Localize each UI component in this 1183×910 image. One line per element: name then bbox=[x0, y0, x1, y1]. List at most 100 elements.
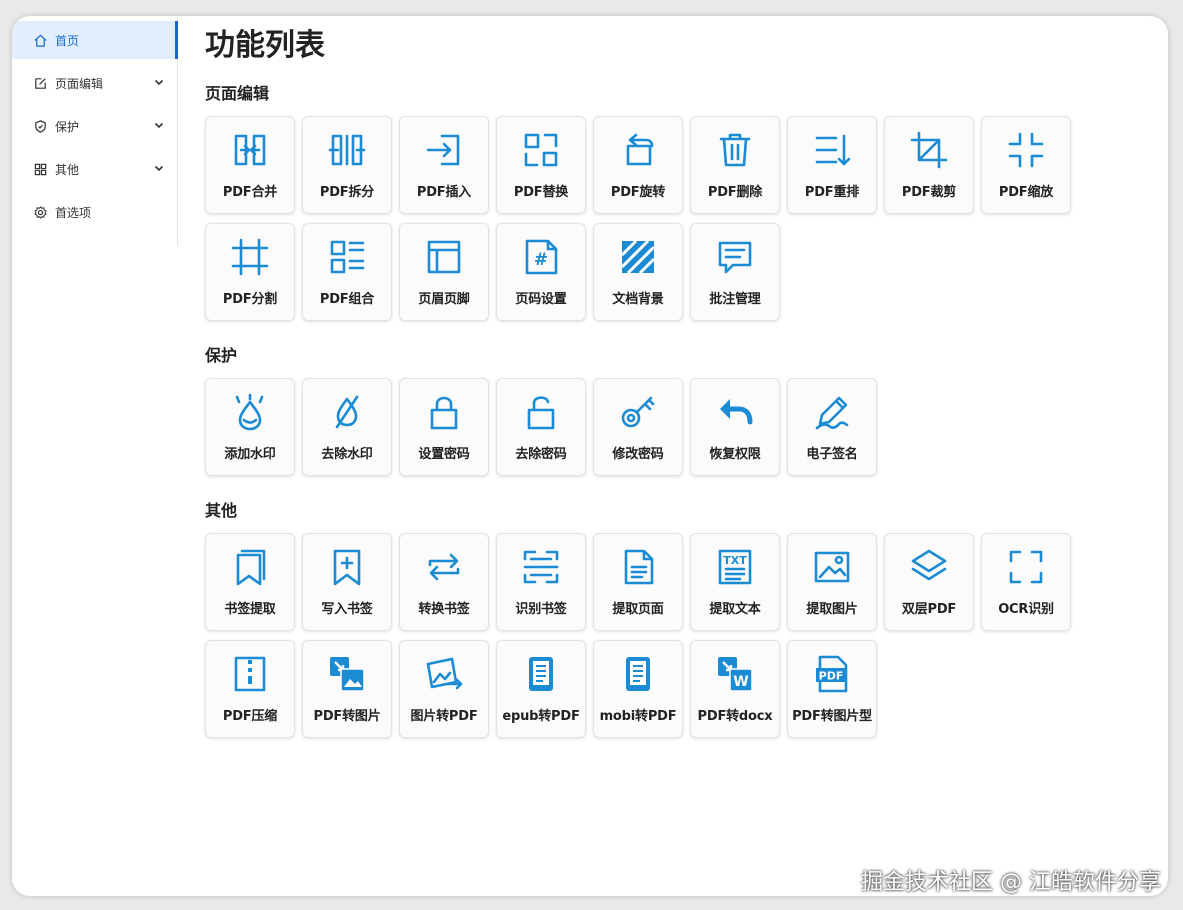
tile-label: PDF删除 bbox=[707, 185, 763, 200]
feature-tile-button[interactable]: 修改密码 bbox=[593, 378, 683, 476]
section-title: 页面编辑 bbox=[205, 84, 270, 103]
page-title: 功能列表 bbox=[205, 28, 325, 63]
sidebar-item-label: 页面编辑 bbox=[55, 76, 104, 91]
sidebar-item-3[interactable]: 其他 bbox=[12, 150, 177, 188]
tile-label: PDF合并 bbox=[222, 185, 278, 200]
comment-icon bbox=[715, 237, 755, 277]
tile-label: 去除密码 bbox=[515, 447, 567, 462]
feature-tile-button[interactable]: PDF替换 bbox=[496, 116, 586, 214]
feature-tile-button[interactable]: PDF分割 bbox=[205, 223, 295, 321]
tile-label: epub转PDF bbox=[502, 709, 580, 724]
lock-icon bbox=[424, 392, 464, 432]
image-extract-icon bbox=[812, 547, 852, 587]
svg-text:PDF: PDF bbox=[819, 670, 844, 683]
chevron-down-icon[interactable] bbox=[153, 119, 165, 131]
feature-tile-button[interactable]: mobi转PDF bbox=[593, 640, 683, 738]
tile-label: PDF重排 bbox=[804, 185, 860, 200]
tile-label: PDF分割 bbox=[222, 292, 278, 307]
tile-label: PDF拆分 bbox=[319, 185, 375, 200]
feature-tile-button[interactable]: 提取页面 bbox=[593, 533, 683, 631]
tile-label: 识别书签 bbox=[515, 602, 567, 617]
signature-icon bbox=[812, 392, 852, 432]
feature-tile-button[interactable]: TXT 提取文本 bbox=[690, 533, 780, 631]
feature-tile-button[interactable]: 识别书签 bbox=[496, 533, 586, 631]
feature-tile-button[interactable]: PDF插入 bbox=[399, 116, 489, 214]
tile-label: 提取页面 bbox=[612, 602, 664, 617]
feature-tile-button[interactable]: 书签提取 bbox=[205, 533, 295, 631]
feature-tile-button[interactable]: 文档背景 bbox=[593, 223, 683, 321]
feature-tile-button[interactable]: 去除水印 bbox=[302, 378, 392, 476]
feature-tile-button[interactable]: 转换书签 bbox=[399, 533, 489, 631]
reorder-icon bbox=[812, 130, 852, 170]
feature-tile-button[interactable]: 添加水印 bbox=[205, 378, 295, 476]
watermark-add-icon bbox=[230, 392, 270, 432]
feature-tile-button[interactable]: epub转PDF bbox=[496, 640, 586, 738]
feature-tile-button[interactable]: 去除密码 bbox=[496, 378, 586, 476]
feature-tile-button[interactable]: PDF PDF转图片型 bbox=[787, 640, 877, 738]
section-title: 保护 bbox=[205, 346, 238, 365]
tile-label: 双层PDF bbox=[901, 602, 957, 617]
feature-tile-button[interactable]: PDF组合 bbox=[302, 223, 392, 321]
convert-icon bbox=[424, 547, 464, 587]
feature-tile-button[interactable]: 批注管理 bbox=[690, 223, 780, 321]
tile-grid: 添加水印 去除水印 设置密码 去除密码 修改密码 恢复权限 电子签名 bbox=[205, 378, 1085, 485]
tile-grid: 书签提取 写入书签 转换书签 识别书签 提取页面 TXT 提取文本 提取图片 双层PDF OCR识… bbox=[205, 533, 1085, 747]
zip-icon bbox=[230, 654, 270, 694]
tile-grid: PDF合并 PDF拆分 PDF插入 PDF替换 PDF旋转 PDF删除 PDF重排 PDF裁剪… bbox=[205, 116, 1085, 330]
feature-tile-button[interactable]: PDF合并 bbox=[205, 116, 295, 214]
svg-text:TXT: TXT bbox=[723, 554, 747, 567]
feature-tile-button[interactable]: 双层PDF bbox=[884, 533, 974, 631]
tile-label: 转换书签 bbox=[418, 602, 470, 617]
feature-tile-button[interactable]: PDF缩放 bbox=[981, 116, 1071, 214]
tile-label: 页眉页脚 bbox=[418, 292, 470, 307]
merge-icon bbox=[230, 130, 270, 170]
feature-tile-button[interactable]: 页眉页脚 bbox=[399, 223, 489, 321]
gear-icon bbox=[33, 205, 48, 220]
feature-tile-button[interactable]: 图片转PDF bbox=[399, 640, 489, 738]
home-icon bbox=[33, 33, 48, 48]
feature-tile-button[interactable]: PDF旋转 bbox=[593, 116, 683, 214]
main-content: 功能列表 页面编辑 PDF合并 PDF拆分 PDF插入 PDF替换 PDF旋转 PDF删除 P… bbox=[205, 24, 1145, 747]
feature-tile-button[interactable]: PDF删除 bbox=[690, 116, 780, 214]
tile-label: 添加水印 bbox=[224, 447, 276, 462]
feature-tile-button[interactable]: PDF转图片 bbox=[302, 640, 392, 738]
feature-tile-button[interactable]: 设置密码 bbox=[399, 378, 489, 476]
tile-label: 电子签名 bbox=[806, 447, 858, 462]
undo-icon bbox=[715, 392, 755, 432]
sidebar-item-1[interactable]: 页面编辑 bbox=[12, 64, 177, 102]
mobi-icon bbox=[618, 654, 658, 694]
feature-tile-button[interactable]: # 页码设置 bbox=[496, 223, 586, 321]
feature-tile-button[interactable]: 写入书签 bbox=[302, 533, 392, 631]
bookmarks-icon bbox=[230, 547, 270, 587]
tile-label: 提取图片 bbox=[806, 602, 858, 617]
chevron-down-icon[interactable] bbox=[153, 162, 165, 174]
tile-label: 文档背景 bbox=[612, 292, 664, 307]
feature-tile-button[interactable]: PDF压缩 bbox=[205, 640, 295, 738]
unlock-icon bbox=[521, 392, 561, 432]
feature-tile-button[interactable]: W PDF转docx bbox=[690, 640, 780, 738]
chevron-down-icon[interactable] bbox=[153, 76, 165, 88]
tile-label: PDF裁剪 bbox=[901, 185, 957, 200]
feature-tile-button[interactable]: PDF拆分 bbox=[302, 116, 392, 214]
feature-tile-button[interactable]: PDF裁剪 bbox=[884, 116, 974, 214]
tile-label: 修改密码 bbox=[612, 447, 664, 462]
tile-label: PDF转docx bbox=[697, 709, 773, 724]
sidebar: 首页页面编辑保护其他首选项 bbox=[12, 16, 178, 246]
tile-label: mobi转PDF bbox=[599, 709, 677, 724]
feature-tile-button[interactable]: 电子签名 bbox=[787, 378, 877, 476]
tile-label: PDF组合 bbox=[319, 292, 375, 307]
word-icon: W bbox=[715, 654, 755, 694]
feature-tile-button[interactable]: 提取图片 bbox=[787, 533, 877, 631]
tile-label: PDF替换 bbox=[513, 185, 569, 200]
grid-icon bbox=[33, 162, 48, 177]
feature-tile-button[interactable]: OCR识别 bbox=[981, 533, 1071, 631]
feature-tile-button[interactable]: PDF重排 bbox=[787, 116, 877, 214]
tile-label: OCR识别 bbox=[998, 602, 1054, 617]
page-extract-icon bbox=[618, 547, 658, 587]
sidebar-item-2[interactable]: 保护 bbox=[12, 107, 177, 145]
image-to-pdf-icon bbox=[424, 654, 464, 694]
sidebar-item-0[interactable]: 首页 bbox=[12, 21, 178, 59]
sidebar-item-4[interactable]: 首选项 bbox=[12, 193, 177, 231]
app-window: 首页 页面编辑 保护 其他 首选项 功能列表 页面编辑 PDF合并 PDF拆分 PDF插入 PD… bbox=[12, 16, 1168, 896]
feature-tile-button[interactable]: 恢复权限 bbox=[690, 378, 780, 476]
